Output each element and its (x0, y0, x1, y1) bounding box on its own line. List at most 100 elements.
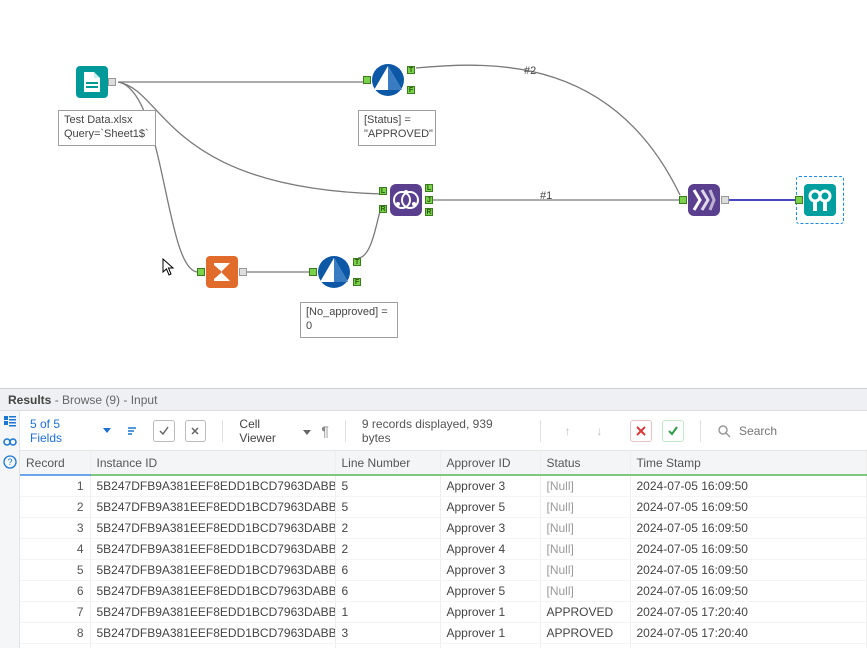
cell-rec[interactable]: 5 (20, 560, 90, 581)
summarize-tool[interactable] (204, 254, 240, 290)
table-row[interactable]: 95B247DFB9A381EEF8EDD1BCD7963DABB4Approv… (20, 644, 867, 648)
anchor-in[interactable] (363, 76, 371, 84)
cell-instance[interactable]: 5B247DFB9A381EEF8EDD1BCD7963DABB (90, 475, 335, 497)
cell-line[interactable]: 2 (335, 539, 440, 560)
workflow-canvas[interactable]: Test Data.xlsx Query=`Sheet1$` T F [Stat… (0, 0, 867, 380)
col-status[interactable]: Status (540, 451, 630, 475)
cell-line[interactable]: 3 (335, 623, 440, 644)
table-row[interactable]: 25B247DFB9A381EEF8EDD1BCD7963DABB5Approv… (20, 497, 867, 518)
col-line-number[interactable]: Line Number (335, 451, 440, 475)
cell-status[interactable]: [Null] (540, 475, 630, 497)
anchor-out[interactable] (721, 196, 729, 204)
cell-line[interactable]: 4 (335, 644, 440, 648)
help-icon[interactable]: ? (3, 455, 17, 469)
anchor-in[interactable] (679, 196, 687, 204)
accept-button[interactable] (662, 420, 684, 442)
table-row[interactable]: 45B247DFB9A381EEF8EDD1BCD7963DABB2Approv… (20, 539, 867, 560)
cell-time[interactable]: 2024-07-05 17:20:40 (630, 644, 867, 648)
cell-rec[interactable]: 7 (20, 602, 90, 623)
cell-approver[interactable]: Approver 3 (440, 475, 540, 497)
join-tool[interactable]: L R L J R (388, 182, 424, 218)
col-time-stamp[interactable]: Time Stamp (630, 451, 867, 475)
input-data-tool[interactable] (74, 64, 110, 100)
cell-line[interactable]: 6 (335, 581, 440, 602)
sort-icon[interactable] (121, 420, 143, 442)
cell-viewer-dropdown[interactable]: Cell Viewer (239, 417, 311, 445)
anchor-false[interactable]: F (353, 278, 361, 286)
anchor-out-j[interactable]: J (425, 196, 433, 204)
col-instance-id[interactable]: Instance ID (90, 451, 335, 475)
anchor-out-l[interactable]: L (425, 184, 433, 192)
cell-instance[interactable]: 5B247DFB9A381EEF8EDD1BCD7963DABB (90, 623, 335, 644)
anchor-false[interactable]: F (407, 86, 415, 94)
check-icon[interactable] (153, 420, 175, 442)
search-box[interactable] (717, 423, 857, 439)
cell-instance[interactable]: 5B247DFB9A381EEF8EDD1BCD7963DABB (90, 560, 335, 581)
anchor-in[interactable] (795, 196, 803, 204)
metadata-icon[interactable] (3, 415, 17, 429)
table-row[interactable]: 35B247DFB9A381EEF8EDD1BCD7963DABB2Approv… (20, 518, 867, 539)
anchor-in[interactable] (197, 268, 205, 276)
cell-time[interactable]: 2024-07-05 16:09:50 (630, 497, 867, 518)
arrow-up-icon[interactable]: ↑ (557, 420, 579, 442)
cell-status[interactable]: APPROVED (540, 644, 630, 648)
cell-approver[interactable]: Approver 4 (440, 539, 540, 560)
anchor-out-r[interactable]: R (425, 208, 433, 216)
cell-line[interactable]: 1 (335, 602, 440, 623)
cell-status[interactable]: [Null] (540, 518, 630, 539)
results-table[interactable]: Record Instance ID Line Number Approver … (20, 451, 867, 648)
anchor-out[interactable] (239, 268, 247, 276)
cell-line[interactable]: 2 (335, 518, 440, 539)
table-row[interactable]: 75B247DFB9A381EEF8EDD1BCD7963DABB1Approv… (20, 602, 867, 623)
cell-line[interactable]: 6 (335, 560, 440, 581)
cell-rec[interactable]: 8 (20, 623, 90, 644)
cell-instance[interactable]: 5B247DFB9A381EEF8EDD1BCD7963DABB (90, 539, 335, 560)
cell-rec[interactable]: 2 (20, 497, 90, 518)
cell-line[interactable]: 5 (335, 497, 440, 518)
cell-approver[interactable]: Approver 3 (440, 560, 540, 581)
search-input[interactable] (737, 423, 857, 439)
cell-instance[interactable]: 5B247DFB9A381EEF8EDD1BCD7963DABB (90, 644, 335, 648)
fields-dropdown[interactable]: 5 of 5 Fields (30, 417, 111, 445)
cell-approver[interactable]: Approver 1 (440, 602, 540, 623)
browse-tool[interactable] (802, 182, 838, 218)
cell-time[interactable]: 2024-07-05 17:20:40 (630, 623, 867, 644)
pilcrow-icon[interactable]: ¶ (321, 423, 329, 439)
col-approver-id[interactable]: Approver ID (440, 451, 540, 475)
link-icon[interactable] (3, 435, 17, 449)
cell-time[interactable]: 2024-07-05 16:09:50 (630, 560, 867, 581)
cell-status[interactable]: APPROVED (540, 602, 630, 623)
clear-icon[interactable] (185, 420, 207, 442)
cell-status[interactable]: [Null] (540, 581, 630, 602)
cell-approver[interactable]: Approver 5 (440, 581, 540, 602)
connection-label-2[interactable]: #2 (524, 65, 536, 77)
cell-time[interactable]: 2024-07-05 16:09:50 (630, 475, 867, 497)
anchor-left[interactable]: L (379, 187, 387, 195)
cell-line[interactable]: 5 (335, 475, 440, 497)
cell-status[interactable]: [Null] (540, 539, 630, 560)
cell-status[interactable]: [Null] (540, 497, 630, 518)
cell-time[interactable]: 2024-07-05 16:09:50 (630, 518, 867, 539)
cell-status[interactable]: APPROVED (540, 623, 630, 644)
connection-label-1[interactable]: #1 (540, 190, 552, 202)
anchor-true[interactable]: T (353, 258, 361, 266)
table-row[interactable]: 65B247DFB9A381EEF8EDD1BCD7963DABB6Approv… (20, 581, 867, 602)
union-tool[interactable] (686, 182, 722, 218)
anchor-in[interactable] (309, 268, 317, 276)
arrow-down-icon[interactable]: ↓ (588, 420, 610, 442)
cell-approver[interactable]: Approver 3 (440, 518, 540, 539)
anchor-output[interactable] (108, 78, 116, 86)
cell-approver[interactable]: Approver 5 (440, 497, 540, 518)
cell-status[interactable]: [Null] (540, 560, 630, 581)
cell-instance[interactable]: 5B247DFB9A381EEF8EDD1BCD7963DABB (90, 581, 335, 602)
cell-rec[interactable]: 4 (20, 539, 90, 560)
table-row[interactable]: 55B247DFB9A381EEF8EDD1BCD7963DABB6Approv… (20, 560, 867, 581)
anchor-right[interactable]: R (379, 205, 387, 213)
table-row[interactable]: 85B247DFB9A381EEF8EDD1BCD7963DABB3Approv… (20, 623, 867, 644)
cell-rec[interactable]: 1 (20, 475, 90, 497)
reject-button[interactable] (630, 420, 652, 442)
cell-approver[interactable]: Approver 1 (440, 623, 540, 644)
filter-tool-noapproved[interactable]: T F (316, 254, 352, 290)
cell-time[interactable]: 2024-07-05 16:09:50 (630, 539, 867, 560)
table-row[interactable]: 15B247DFB9A381EEF8EDD1BCD7963DABB5Approv… (20, 475, 867, 497)
